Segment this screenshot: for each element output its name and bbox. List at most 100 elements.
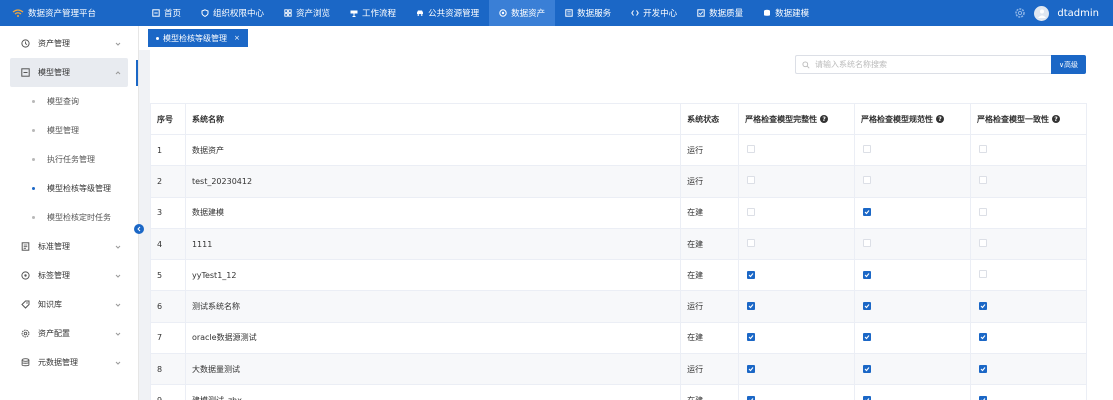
checkbox[interactable] [863,270,872,279]
nav-item-3[interactable]: 工作流程 [340,0,406,26]
checkbox[interactable] [978,302,987,311]
checkbox[interactable] [747,396,756,400]
sidebar-item-model-management[interactable]: 模型管理 [10,58,128,87]
sidebar-item-label: 元数据管理 [38,358,78,367]
cell-c3 [969,321,1088,355]
help-icon[interactable]: ? [820,115,829,123]
nav-item-0[interactable]: 首页 [142,0,191,26]
checkbox[interactable] [978,207,987,216]
cell-c1 [738,290,856,323]
nav-item-7[interactable]: 开发中心 [621,0,687,26]
checkbox[interactable] [863,176,872,185]
nav-item-8[interactable]: 数据质量 [687,0,753,26]
cell-c1 [738,227,856,261]
checkbox[interactable] [747,333,756,342]
table-row: 5 yyTest1_12 在建 [150,259,1088,292]
checkbox[interactable] [863,364,872,373]
nav-item-9[interactable]: 数据建模 [753,0,819,26]
settings-icon [21,329,30,338]
checkbox[interactable] [747,302,756,311]
table-row: 1 数据资产 运行 [150,133,1088,167]
sidebar-subitem-check-schedule[interactable]: 模型检核定时任务 [0,203,138,232]
checkbox[interactable] [747,145,756,154]
nav-item-label: 资产浏览 [296,9,331,19]
cell-c2 [854,227,971,261]
tab-check-level-management[interactable]: 模型检核等级管理 × [148,29,248,47]
sidebar: 资产管理 模型管理 模型查询 模型管理 执行任务管理 模型检核等级管理 模型检核… [0,26,139,400]
cell-c3 [969,165,1088,198]
help-icon[interactable]: ? [936,115,945,123]
checkbox[interactable] [978,396,987,400]
wifi-logo-icon [12,9,24,17]
table-row: 6 测试系统名称 运行 [150,290,1088,323]
table-row: 8 大数据量测试 运行 [150,353,1088,386]
checkbox[interactable] [747,207,756,216]
cell-no: 7 [150,321,186,355]
sidebar-item-label: 模型管理 [38,68,70,77]
sidebar-subitem-label: 模型查询 [47,97,79,106]
nav-item-2[interactable]: 资产浏览 [274,0,340,26]
checkbox[interactable] [978,364,987,373]
sidebar-subitem-task-management[interactable]: 执行任务管理 [0,145,138,174]
sidebar-item-standard-management[interactable]: 标准管理 [0,232,138,261]
cell-name: 大数据量测试 [184,353,682,386]
help-icon[interactable]: ? [1051,115,1060,123]
checkbox[interactable] [978,145,987,154]
cell-no: 6 [150,290,186,323]
checkbox[interactable] [863,302,872,311]
document-icon [21,242,30,251]
checkbox[interactable] [978,176,987,185]
checkbox[interactable] [747,239,756,248]
checkbox[interactable] [747,270,756,279]
nav-item-1[interactable]: 组织权限中心 [191,0,274,26]
brand[interactable]: 数据资产管理平台 [0,0,140,26]
checkbox[interactable] [978,333,987,342]
checkbox[interactable] [978,270,987,279]
cell-status: 运行 [680,133,740,167]
cell-name: 测试系统名称 [184,290,682,323]
nav-item-4[interactable]: 公共资源管理 [406,0,489,26]
cell-c1 [738,321,856,355]
cell-name: 数据资产 [184,133,682,167]
bullet-icon [32,129,35,132]
advanced-search-button[interactable]: ∨高级 [1051,55,1086,74]
collapse-sidebar-button[interactable] [134,224,144,234]
chevron-down-icon [115,40,121,46]
sidebar-item-knowledge-base[interactable]: 知识库 [0,290,138,319]
nav-item-5[interactable]: 数据资产 [489,0,556,26]
cell-c1 [738,384,856,400]
checkbox[interactable] [863,208,872,217]
gear-icon[interactable] [1014,7,1026,19]
checkbox[interactable] [978,239,987,248]
checkbox[interactable] [747,364,756,373]
checkbox[interactable] [863,396,872,400]
cell-c3 [969,353,1088,386]
sidebar-item-asset-management[interactable]: 资产管理 [0,29,138,58]
nav-item-6[interactable]: 数据服务 [555,0,621,26]
avatar[interactable] [1034,5,1050,21]
cell-c2 [854,133,971,167]
sidebar-subitem-model-query[interactable]: 模型查询 [0,87,138,116]
sidebar-item-metadata-management[interactable]: 元数据管理 [0,348,138,377]
search-input[interactable]: 请输入系统名称搜索 [795,55,1052,74]
checkbox[interactable] [747,176,756,185]
sidebar-subitem-label: 模型检核等级管理 [47,184,111,193]
bullet-icon [32,158,35,161]
username[interactable]: dtadmin [1057,8,1099,19]
bullet-icon [32,100,35,103]
cell-status: 运行 [680,165,740,198]
cell-status: 在建 [680,227,740,261]
checkbox[interactable] [863,333,872,342]
cell-c3 [969,133,1088,167]
nav-item-label: 数据质量 [709,9,744,19]
bullet-icon [32,187,35,190]
close-icon[interactable]: × [234,34,240,42]
checkbox[interactable] [863,239,872,248]
sidebar-item-tag-management[interactable]: 标签管理 [0,261,138,290]
checkbox[interactable] [863,145,872,154]
sidebar-subitem-model-management[interactable]: 模型管理 [0,116,138,145]
nav-item-label: 工作流程 [362,9,397,19]
sidebar-subitem-check-level-management[interactable]: 模型检核等级管理 [0,174,138,203]
sidebar-item-asset-config[interactable]: 资产配置 [0,319,138,348]
nav-item-label: 组织权限中心 [213,9,265,19]
